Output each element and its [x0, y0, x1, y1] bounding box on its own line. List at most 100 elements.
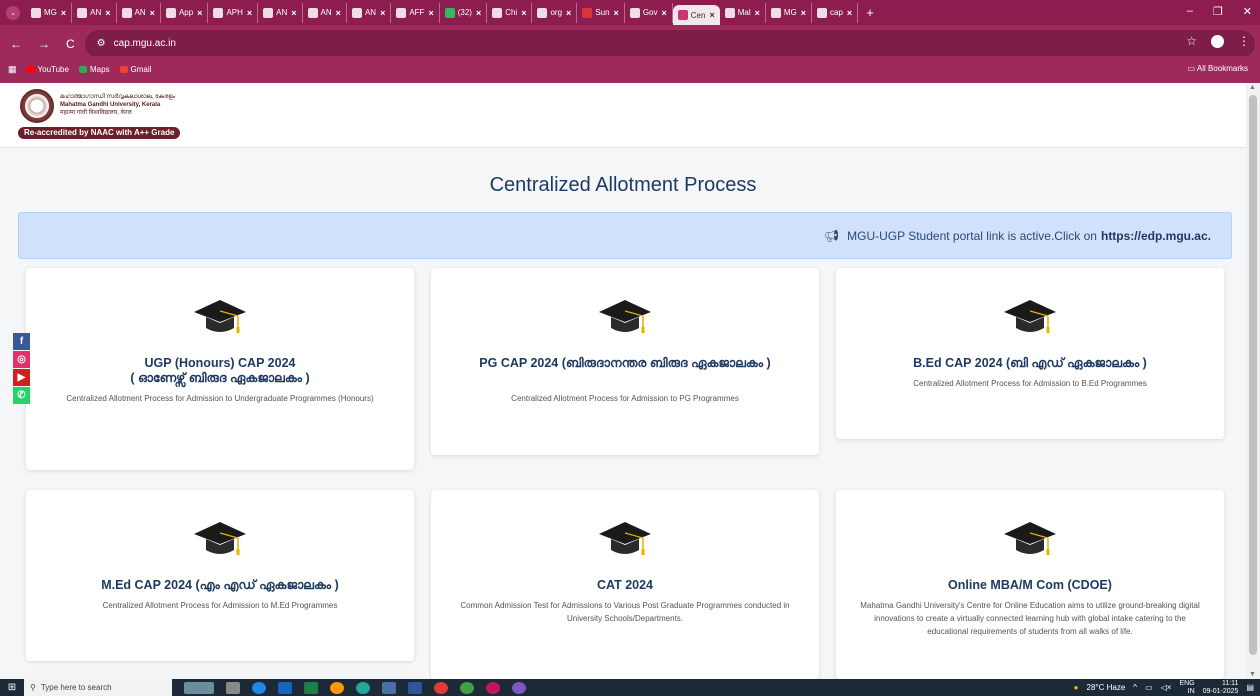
- tab-close-icon[interactable]: ×: [521, 8, 526, 18]
- notice-link[interactable]: https://edp.mgu.ac.: [1101, 229, 1211, 243]
- tab-close-icon[interactable]: ×: [336, 8, 341, 18]
- browser-tab[interactable]: Gov ×: [625, 2, 673, 23]
- browser-tab[interactable]: MG ×: [766, 2, 813, 23]
- back-icon[interactable]: ←: [10, 37, 22, 51]
- browser-tab[interactable]: AN ×: [72, 2, 117, 23]
- card-title[interactable]: B.Ed CAP 2024 (ബി എഡ് ഏകജാലകം ): [856, 356, 1204, 371]
- bookmark-gmail[interactable]: Gmail: [119, 65, 152, 74]
- tab-close-icon[interactable]: ×: [197, 8, 202, 18]
- language-indicator[interactable]: ENG IN: [1179, 680, 1194, 696]
- tab-search-icon[interactable]: ⌄: [6, 5, 20, 20]
- close-window-icon[interactable]: ✕: [1243, 5, 1252, 18]
- notifications-icon[interactable]: ▤: [1246, 683, 1254, 692]
- tab-close-icon[interactable]: ×: [61, 8, 66, 18]
- chrome-purple-icon[interactable]: [512, 681, 526, 694]
- word-icon[interactable]: [408, 681, 422, 694]
- mail-app-icon[interactable]: [278, 681, 292, 694]
- browser-tab[interactable]: Sun ×: [577, 2, 625, 23]
- tab-close-icon[interactable]: ×: [801, 8, 806, 18]
- weather-text[interactable]: 28°C Haze: [1087, 683, 1126, 692]
- chrome-red-icon[interactable]: [434, 681, 448, 694]
- store-icon[interactable]: [382, 681, 396, 694]
- edge-icon[interactable]: [252, 681, 266, 694]
- card-title[interactable]: M.Ed CAP 2024 (എം എഡ് ഏകജാലകം ): [46, 578, 394, 593]
- browser-tab[interactable]: APH ×: [208, 2, 259, 23]
- new-tab-button[interactable]: +: [866, 5, 874, 20]
- browser-tab[interactable]: AN ×: [347, 2, 392, 23]
- tab-close-icon[interactable]: ×: [247, 8, 252, 18]
- card-med-cap[interactable]: M.Ed CAP 2024 (എം എഡ് ഏകജാലകം ) Centraliz…: [26, 490, 414, 661]
- volume-icon[interactable]: ◁×: [1161, 683, 1172, 692]
- browser-tab[interactable]: AN ×: [258, 2, 303, 23]
- browser-tab[interactable]: cap ×: [812, 2, 859, 23]
- address-bar[interactable]: ⚙ cap.mgu.ac.in: [84, 29, 1255, 58]
- minimize-icon[interactable]: –: [1187, 5, 1193, 18]
- taskbar-clock[interactable]: 11:11 09-01-2025: [1203, 680, 1239, 696]
- tab-close-icon[interactable]: ×: [661, 8, 666, 18]
- browser-tab[interactable]: App ×: [161, 2, 209, 23]
- apps-grid-icon[interactable]: ▦: [8, 64, 17, 75]
- windows-start-icon[interactable]: ⊞: [0, 679, 24, 696]
- card-pg-cap[interactable]: PG CAP 2024 (ബിരുദാനന്തര ബിരുദ ഏകജാലകം )…: [431, 268, 819, 455]
- browser-tab[interactable]: Chi ×: [487, 2, 533, 23]
- browser-tab[interactable]: Cen ×: [672, 5, 720, 25]
- card-bed-cap[interactable]: B.Ed CAP 2024 (ബി എഡ് ഏകജാലകം ) Centraliz…: [836, 268, 1224, 439]
- card-title[interactable]: Online MBA/M Com (CDOE): [856, 578, 1204, 593]
- card-title[interactable]: PG CAP 2024 (ബിരുദാനന്തര ബിരുദ ഏകജാലകം ): [451, 356, 799, 371]
- all-bookmarks-button[interactable]: ▭ All Bookmarks: [1188, 64, 1248, 73]
- card-title[interactable]: CAT 2024: [451, 578, 799, 593]
- tab-close-icon[interactable]: ×: [614, 8, 619, 18]
- tab-close-icon[interactable]: ×: [428, 8, 433, 18]
- reload-icon[interactable]: C: [66, 37, 75, 51]
- instagram-icon[interactable]: ◎: [13, 351, 30, 368]
- scroll-down-icon[interactable]: ▼: [1249, 671, 1256, 678]
- bookmark-maps[interactable]: Maps: [78, 65, 110, 74]
- tab-close-icon[interactable]: ×: [105, 8, 110, 18]
- card-online-mba[interactable]: Online MBA/M Com (CDOE) Mahatma Gandhi Un…: [836, 490, 1224, 679]
- forward-icon[interactable]: →: [38, 37, 50, 51]
- card-ugp-cap[interactable]: UGP (Honours) CAP 2024 ( ഓണേഴ്സ് ബിരുദ ഏ…: [26, 268, 414, 470]
- chrome-pink-icon[interactable]: [486, 681, 500, 694]
- network-icon[interactable]: ▭: [1145, 683, 1153, 692]
- scroll-up-icon[interactable]: ▲: [1249, 84, 1256, 91]
- excel-icon[interactable]: [304, 681, 318, 694]
- browser-tab[interactable]: MG ×: [26, 2, 73, 23]
- browser-tab[interactable]: AN ×: [117, 2, 161, 23]
- tab-close-icon[interactable]: ×: [755, 8, 760, 18]
- tab-close-icon[interactable]: ×: [291, 8, 296, 18]
- youtube-icon[interactable]: ▶: [13, 369, 30, 386]
- tab-close-icon[interactable]: ×: [476, 8, 481, 18]
- card-title[interactable]: UGP (Honours) CAP 2024 ( ഓണേഴ്സ് ബിരുദ ഏ…: [46, 356, 394, 386]
- maximize-icon[interactable]: ❐: [1213, 5, 1223, 18]
- bookmark-star-icon[interactable]: ☆: [1186, 34, 1197, 48]
- whatsapp-icon[interactable]: ✆: [13, 387, 30, 404]
- tab-close-icon[interactable]: ×: [566, 8, 571, 18]
- bookmark-label: Gmail: [130, 65, 152, 74]
- bookmark-youtube[interactable]: YouTube: [26, 65, 69, 74]
- page-scrollbar[interactable]: ▲ ▼: [1246, 83, 1260, 679]
- browser-tab[interactable]: (32) ×: [440, 2, 488, 23]
- tray-chevron-icon[interactable]: ^: [1133, 683, 1137, 692]
- tab-close-icon[interactable]: ×: [709, 10, 714, 20]
- browser-tab[interactable]: AN ×: [303, 2, 347, 23]
- weather-widget-icon[interactable]: [184, 681, 214, 694]
- chrome-app-icon[interactable]: [330, 681, 344, 694]
- profile-avatar[interactable]: [1211, 34, 1224, 48]
- browser-tab[interactable]: AFF ×: [391, 2, 440, 23]
- card-cat[interactable]: CAT 2024 Common Admission Test for Admiss…: [431, 490, 819, 679]
- chrome-green-icon[interactable]: [460, 681, 474, 694]
- chrome-profile-icon[interactable]: [356, 681, 370, 694]
- browser-tab[interactable]: org ×: [532, 2, 578, 23]
- taskbar-search-box[interactable]: ⚲ Type here to search: [24, 679, 172, 696]
- tab-close-icon[interactable]: ×: [150, 8, 155, 18]
- menu-kebab-icon[interactable]: ⋮: [1238, 34, 1250, 48]
- graduation-cap-icon: [597, 298, 653, 338]
- university-seal-logo[interactable]: [20, 89, 54, 123]
- tab-close-icon[interactable]: ×: [380, 8, 385, 18]
- site-info-icon[interactable]: ⚙: [97, 38, 106, 49]
- scrollbar-thumb[interactable]: [1249, 95, 1257, 655]
- browser-tab[interactable]: Mal ×: [720, 2, 766, 23]
- tab-close-icon[interactable]: ×: [847, 8, 852, 18]
- facebook-icon[interactable]: f: [13, 333, 30, 350]
- task-view-icon[interactable]: [226, 681, 240, 694]
